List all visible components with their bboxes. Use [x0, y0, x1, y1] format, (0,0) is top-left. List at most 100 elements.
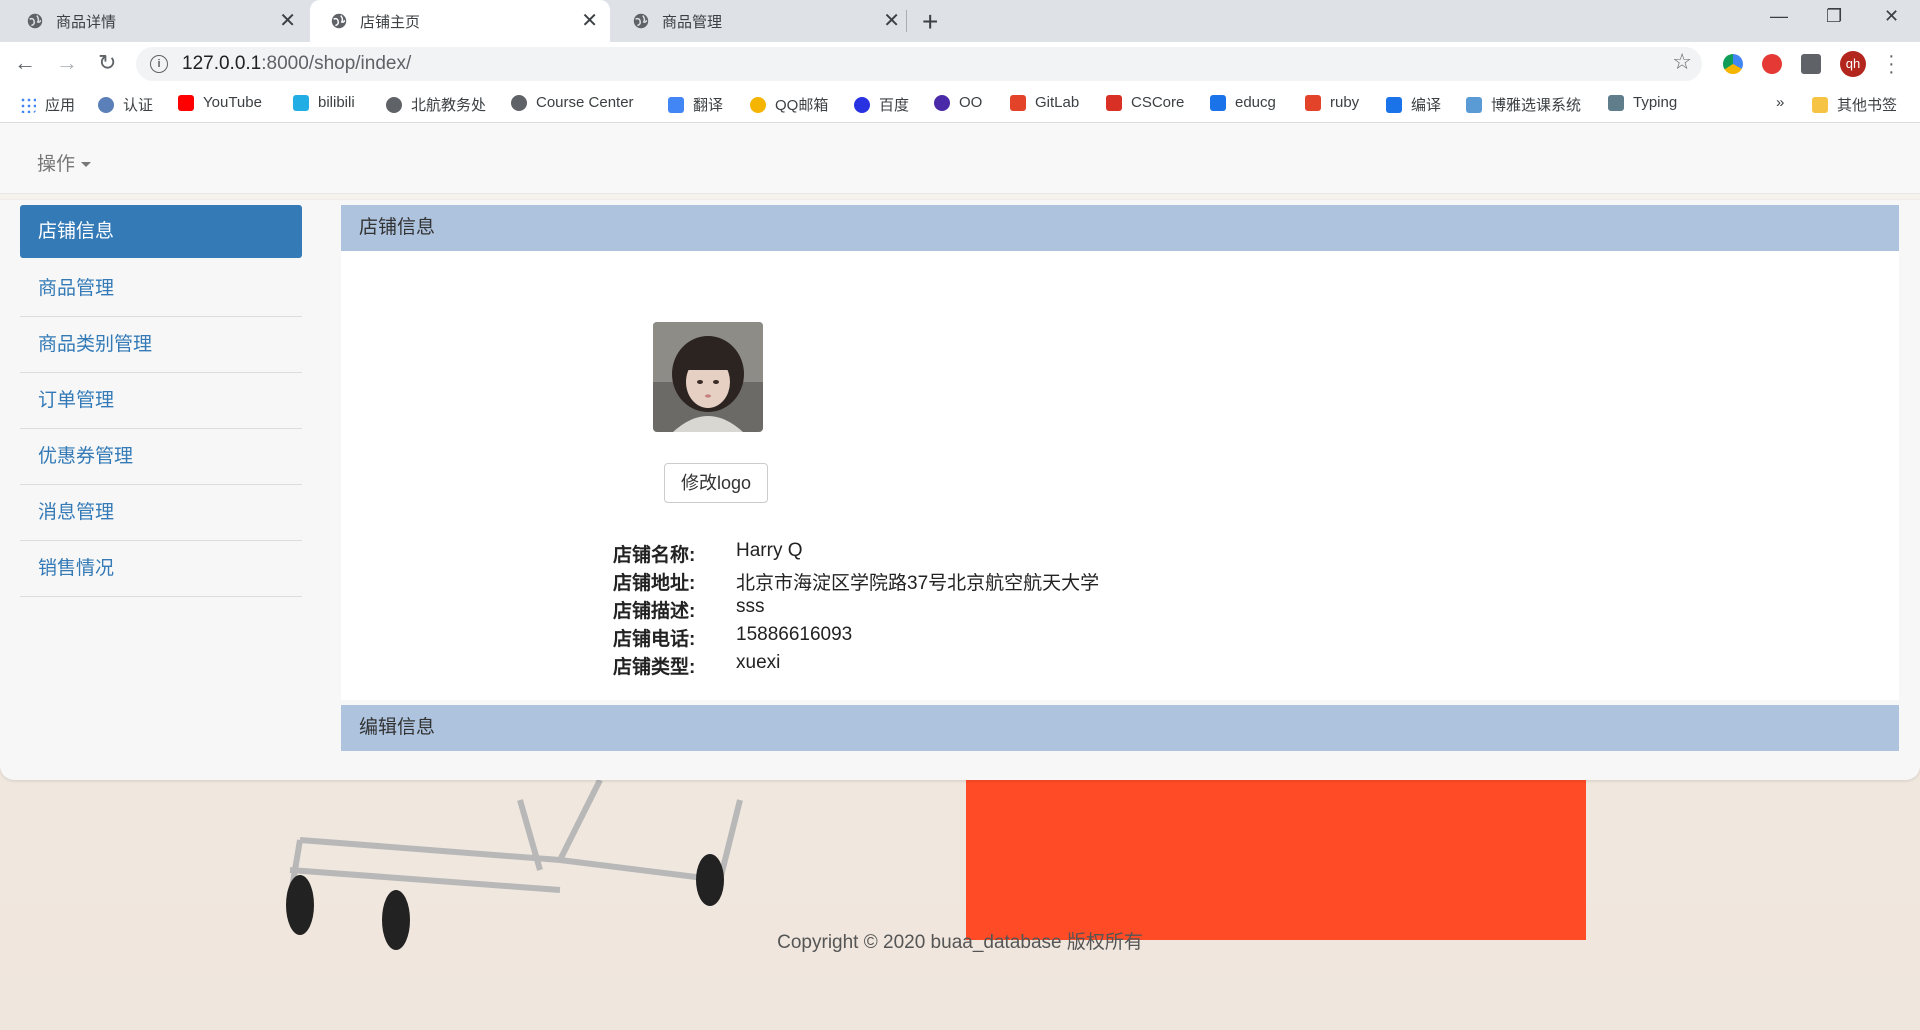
bookmark-label: QQ邮箱 — [775, 97, 829, 114]
bookmark-label: 翻译 — [693, 97, 724, 114]
bookmark-label: Typing — [1633, 94, 1678, 111]
sidebar-item-message-management[interactable]: 消息管理 — [20, 485, 302, 541]
field-value: 15886616093 — [736, 624, 853, 645]
footer-copyright: Copyright © 2020 buaa_database 版权所有 — [777, 932, 1143, 953]
sidebar-item-category-management[interactable]: 商品类别管理 — [20, 317, 302, 373]
tab-product-management[interactable]: 商品管理 ✕ — [612, 0, 912, 42]
bookmark-apps[interactable]: 应用 — [20, 94, 75, 115]
bookmark-item[interactable]: educg — [1210, 94, 1276, 111]
globe-icon — [386, 96, 402, 113]
field-value: sss — [736, 596, 765, 617]
field-label: 店铺描述: — [613, 601, 696, 622]
close-tab-icon[interactable]: ✕ — [581, 11, 598, 31]
bookmark-label: YouTube — [203, 94, 262, 111]
other-bookmarks[interactable]: 其他书签 — [1812, 94, 1897, 115]
page-viewport: 操作 店铺信息 商品管理 商品类别管理 订单管理 优惠券管理 消息管理 销售情况… — [0, 123, 1920, 1030]
bookmark-label: ruby — [1330, 94, 1360, 111]
bookmark-label: CSCore — [1131, 94, 1185, 111]
globe-icon — [633, 13, 649, 29]
bookmark-item[interactable]: Typing — [1608, 94, 1677, 111]
bookmark-label: OO — [959, 94, 983, 111]
edit-info-title[interactable]: 编辑信息 — [341, 705, 1899, 751]
bookmark-item[interactable]: QQ邮箱 — [750, 94, 828, 115]
globe-icon — [331, 13, 347, 29]
globe-icon — [27, 13, 43, 29]
bookmark-star-icon[interactable]: ☆ — [1672, 49, 1692, 75]
browser-menu-icon[interactable]: · · · — [1888, 46, 1895, 82]
minimize-icon[interactable]: — — [1770, 6, 1788, 27]
shop-info-card: 店铺信息 修改logo 店铺名称: Harry Q 店铺地址: 北京市海淀区学院路3 — [341, 205, 1899, 700]
field-label: 店铺电话: — [613, 629, 696, 650]
info-row-name: 店铺名称: Harry Q — [613, 540, 1099, 568]
browser-toolbar: ← → ↻ i 127.0.0.1:8000/shop/index/ ☆ — [0, 42, 1920, 86]
sidebar-nav: 店铺信息 商品管理 商品类别管理 订单管理 优惠券管理 消息管理 销售情况 — [20, 205, 302, 597]
extensions-puzzle-icon[interactable] — [1801, 54, 1821, 74]
info-row-address: 店铺地址: 北京市海淀区学院路37号北京航空航天大学 — [613, 568, 1099, 596]
sidebar-item-coupon-management[interactable]: 优惠券管理 — [20, 429, 302, 485]
bookmark-label: GitLab — [1035, 94, 1080, 111]
change-logo-button[interactable]: 修改logo — [664, 463, 768, 503]
sidebar-item-sales[interactable]: 销售情况 — [20, 541, 302, 597]
shop-logo — [653, 322, 763, 432]
bookmark-item[interactable]: 北航教务处 — [386, 94, 486, 115]
bookmark-item[interactable]: 编译 — [1386, 94, 1441, 115]
address-bar[interactable]: i 127.0.0.1:8000/shop/index/ ☆ — [136, 47, 1702, 81]
new-tab-icon[interactable]: + — [922, 6, 938, 38]
gitlab-icon — [1305, 94, 1321, 111]
field-label: 店铺类型: — [613, 657, 696, 678]
close-tab-icon[interactable]: ✕ — [883, 11, 900, 31]
profile-avatar[interactable]: qh — [1840, 51, 1866, 77]
bookmark-item[interactable]: 翻译 — [668, 94, 723, 115]
bookmark-item[interactable]: OO — [934, 94, 982, 111]
info-row-type: 店铺类型: xuexi — [613, 652, 1099, 680]
window-close-icon[interactable]: ✕ — [1884, 6, 1899, 27]
bookmark-item[interactable]: GitLab — [1010, 94, 1079, 111]
bookmark-item[interactable]: 博雅选课系统 — [1466, 94, 1581, 115]
apps-grid-icon — [20, 96, 36, 113]
caret-down-icon — [81, 162, 92, 168]
bookmark-item[interactable]: 百度 — [854, 94, 909, 115]
field-value: 北京市海淀区学院路37号北京航空航天大学 — [736, 573, 1100, 594]
bookmark-item[interactable]: 认证 — [98, 94, 153, 115]
bookmark-item[interactable]: ruby — [1305, 94, 1359, 111]
folder-icon — [1812, 96, 1828, 113]
shopping-cart-background — [286, 780, 743, 950]
restore-icon[interactable]: ❐ — [1826, 6, 1842, 27]
tab-shop-home[interactable]: 店铺主页 ✕ — [310, 0, 610, 42]
sidebar-item-order-management[interactable]: 订单管理 — [20, 373, 302, 429]
sidebar-item-shop-info[interactable]: 店铺信息 — [20, 205, 302, 258]
globe-icon — [511, 94, 527, 111]
shop-info-title: 店铺信息 — [341, 205, 1899, 251]
top-navbar: 操作 — [0, 123, 1920, 194]
sidebar-item-product-management[interactable]: 商品管理 — [20, 261, 302, 317]
bookmark-label: 博雅选课系统 — [1491, 97, 1582, 114]
bookmark-label: 认证 — [123, 97, 154, 114]
reload-icon[interactable]: ↻ — [98, 50, 116, 76]
bookmarks-overflow[interactable]: » — [1776, 94, 1784, 111]
bookmark-item[interactable]: CSCore — [1106, 94, 1184, 111]
extension-adblock-icon[interactable] — [1762, 54, 1782, 74]
shop-info-list: 店铺名称: Harry Q 店铺地址: 北京市海淀区学院路37号北京航空航天大学 店… — [613, 540, 1099, 680]
bookmark-label: 编译 — [1411, 97, 1442, 114]
content-panel: 店铺信息 商品管理 商品类别管理 订单管理 优惠券管理 消息管理 销售情况 店铺… — [0, 200, 1920, 780]
field-value: xuexi — [736, 652, 781, 673]
operations-dropdown[interactable]: 操作 — [37, 149, 92, 176]
close-tab-icon[interactable]: ✕ — [279, 11, 296, 31]
info-row-description: 店铺描述: sss — [613, 596, 1099, 624]
shop-logo-image — [653, 322, 763, 432]
bookmark-item[interactable]: bilibili — [293, 94, 355, 111]
forward-icon[interactable]: → — [56, 50, 78, 76]
bookmark-item[interactable]: YouTube — [178, 94, 262, 111]
cg-icon — [1386, 96, 1402, 113]
back-icon[interactable]: ← — [14, 50, 36, 76]
extension-shield-icon[interactable] — [1723, 54, 1743, 74]
site-info-icon[interactable]: i — [150, 55, 168, 73]
tab-product-detail[interactable]: 商品详情 ✕ — [6, 0, 308, 42]
bookmark-label: 北航教务处 — [411, 97, 487, 114]
bilibili-icon — [293, 94, 309, 111]
bookmark-item[interactable]: Course Center — [511, 94, 634, 111]
book-icon — [1466, 96, 1482, 113]
gitlab-icon — [1010, 94, 1026, 111]
tab-title: 店铺主页 — [360, 13, 421, 31]
cscore-icon — [1106, 94, 1122, 111]
